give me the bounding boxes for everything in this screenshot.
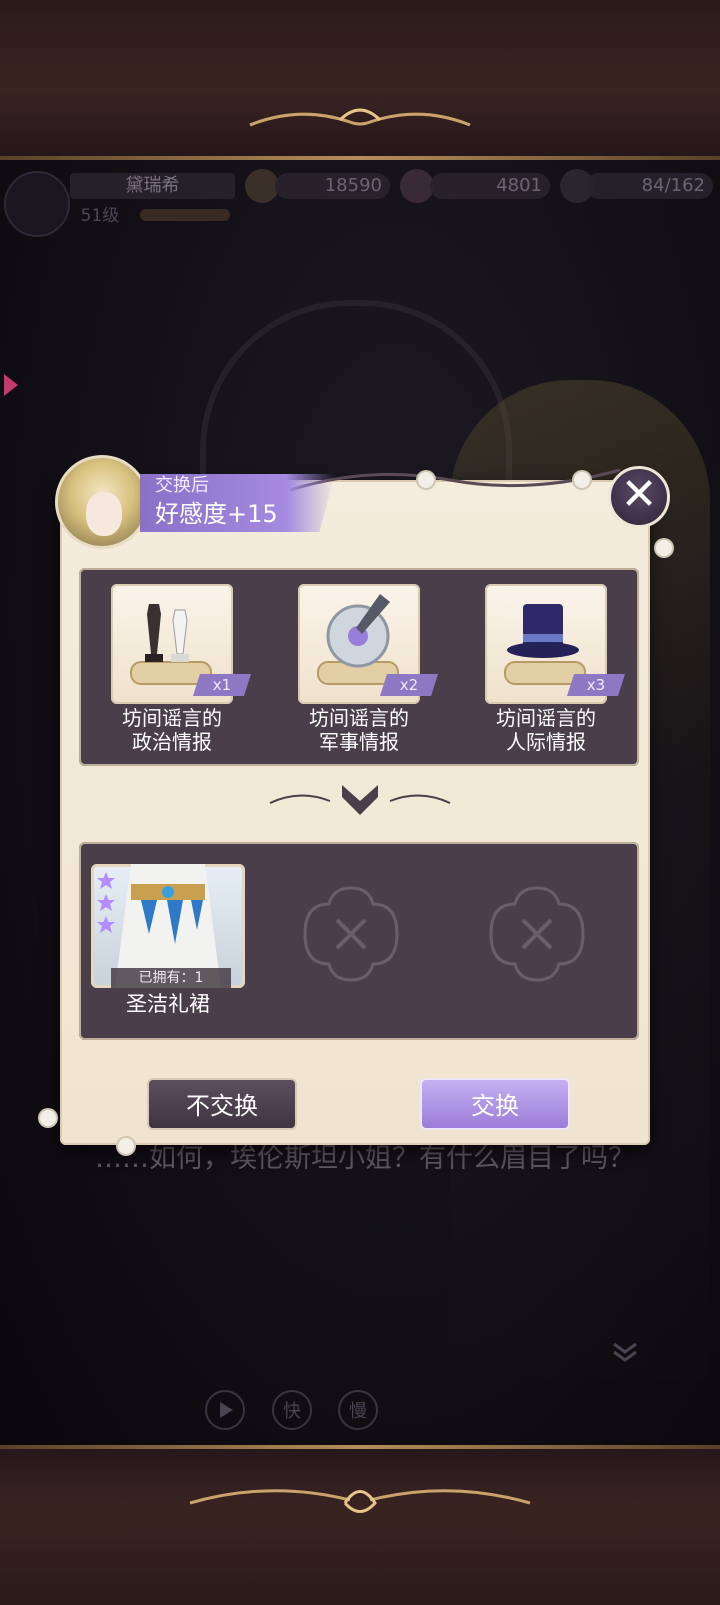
close-icon: ✕ (620, 469, 658, 520)
quantity-badge: x1 (193, 674, 251, 696)
required-item[interactable]: x3 坊间谣言的 人际情报 (485, 584, 625, 754)
rose-decoration (574, 472, 590, 488)
cancel-exchange-button[interactable]: 不交换 (147, 1078, 297, 1130)
item-name: 坊间谣言的 政治情报 (122, 706, 222, 754)
required-items-panel: x1 坊间谣言的 政治情报 x2 坊间谣言的 军事情报 x3 坊间谣言的 人际情… (79, 568, 639, 766)
portrait-face (86, 492, 122, 536)
empty-slot-icon (303, 886, 399, 982)
item-name: 坊间谣言的 人际情报 (496, 706, 596, 754)
rose-decoration (118, 1138, 134, 1154)
rose-decoration (656, 540, 672, 556)
required-item[interactable]: x1 坊间谣言的 政治情报 (111, 584, 251, 754)
affection-value: 好感度+15 (155, 500, 278, 528)
confirm-exchange-button[interactable]: 交换 (420, 1078, 570, 1130)
empty-slot-icon (489, 886, 585, 982)
item-card: x1 (111, 584, 251, 704)
rose-decoration (418, 472, 434, 488)
quantity-badge: x2 (380, 674, 438, 696)
reward-item-card[interactable]: 已拥有：1 (91, 864, 245, 988)
item-card: x3 (485, 584, 625, 704)
star-rating-icon (97, 872, 115, 933)
character-portrait (55, 455, 149, 549)
required-item[interactable]: x2 坊间谣言的 军事情报 (298, 584, 438, 754)
reward-panel: 已拥有：1 圣洁礼裙 (79, 842, 639, 1040)
exchange-arrow-icon (269, 785, 451, 815)
vine-decoration-icon (290, 468, 621, 492)
close-button[interactable]: ✕ (608, 466, 670, 528)
reward-item-name: 圣洁礼裙 (126, 992, 210, 1016)
item-card: x2 (298, 584, 438, 704)
item-name: 坊间谣言的 军事情报 (309, 706, 409, 754)
rose-decoration (40, 1110, 56, 1126)
owned-count: 已拥有：1 (111, 968, 231, 988)
affection-subtitle: 交换后 (155, 475, 209, 496)
quantity-badge: x3 (567, 674, 625, 696)
